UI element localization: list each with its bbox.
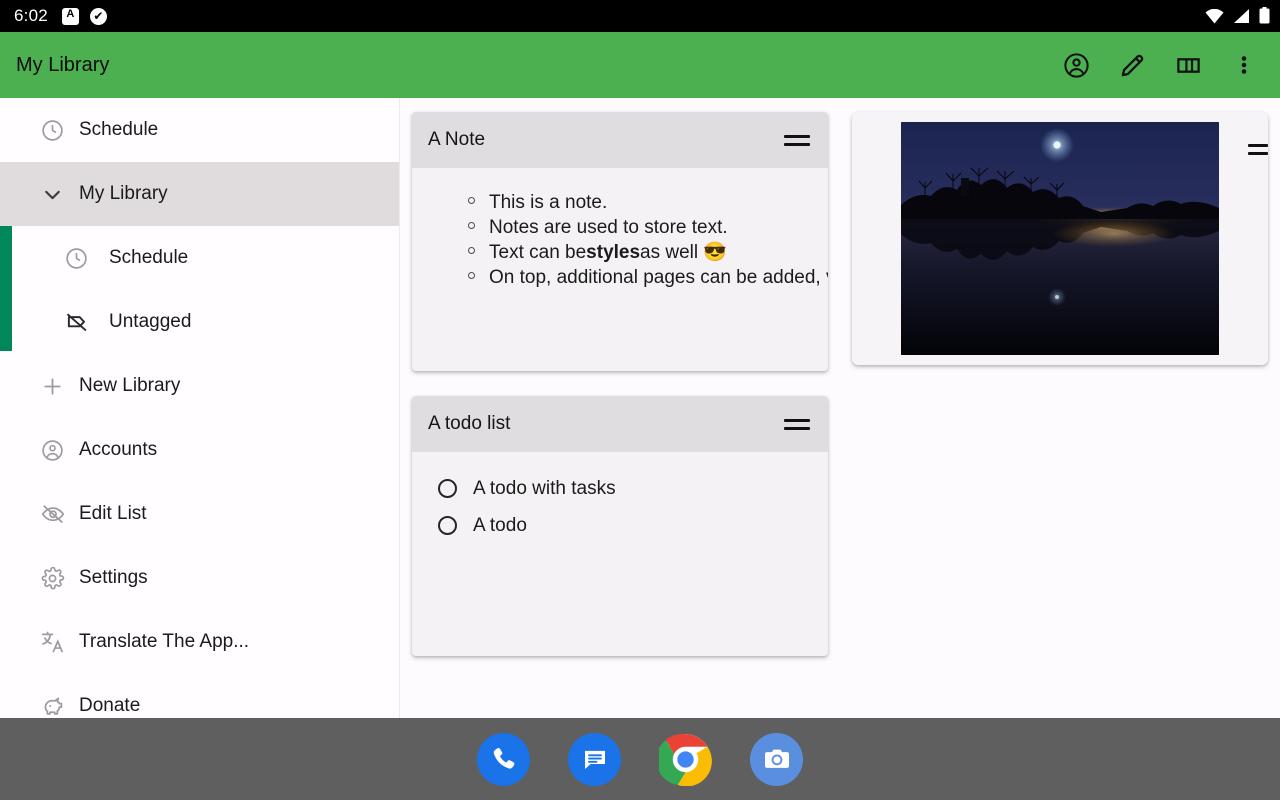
note-line: Notes are used to store text. (412, 215, 828, 240)
sidebar-item-donate[interactable]: Donate (0, 674, 399, 718)
account-icon (1063, 52, 1089, 78)
bullet-icon (468, 272, 475, 279)
note-line-bold: styles (586, 242, 641, 263)
note-line-text: On top, additional pages can be added, v (489, 267, 828, 288)
sidebar-item-settings[interactable]: Settings (0, 546, 399, 610)
sidebar-item-label: Edit List (79, 503, 147, 524)
plus-icon (40, 374, 70, 399)
todo-item[interactable]: A todo with tasks (412, 470, 828, 507)
note-line: This is a note. (412, 190, 828, 215)
battery-icon (1259, 7, 1270, 24)
photo-thumbnail[interactable] (901, 122, 1219, 355)
gear-icon (40, 566, 70, 591)
sidebar-item-my-library[interactable]: My Library (0, 162, 399, 226)
sidebar-item-label: Donate (79, 695, 141, 716)
label-off-icon (64, 309, 94, 335)
todo-card[interactable]: A todo list A todo with tasks A todo (412, 396, 828, 656)
piggy-bank-icon (40, 693, 70, 718)
todo-card-body: A todo with tasks A todo (412, 452, 828, 656)
todo-card-title: A todo list (428, 413, 511, 434)
columns-view-button[interactable] (1160, 37, 1216, 93)
page-title: My Library (16, 53, 110, 76)
edit-pencil-icon (1121, 54, 1143, 76)
note-card-header: A Note (412, 112, 828, 168)
todo-checkbox[interactable] (438, 479, 457, 498)
cards-column-right (852, 112, 1268, 365)
todo-checkbox[interactable] (438, 516, 457, 535)
sidebar-item-untagged[interactable]: Untagged (0, 290, 399, 354)
clock-icon (40, 118, 70, 143)
overflow-menu-icon (1241, 56, 1247, 74)
note-line-text: This is a note. (489, 192, 608, 213)
camera-app-icon (764, 749, 789, 768)
todo-item[interactable]: A todo (412, 507, 828, 544)
status-notification-icons: A ✔ (61, 7, 107, 25)
bullet-icon (468, 197, 475, 204)
status-clock: 6:02 (14, 6, 48, 25)
sidebar-item-label: Schedule (109, 247, 189, 268)
account-button[interactable] (1048, 37, 1104, 93)
screen: 6:02 A ✔ My Library Schedule My Library … (0, 0, 1280, 800)
check-circle-icon: ✔ (89, 7, 107, 25)
lake-at-dusk-image (901, 122, 1219, 355)
todo-card-header: A todo list (412, 396, 828, 452)
todo-item-label: A todo (473, 514, 527, 536)
sidebar-item-accounts[interactable]: Accounts (0, 418, 399, 482)
sidebar-item-label: Schedule (79, 119, 159, 140)
app-bar-actions (1048, 37, 1272, 93)
phone-app-button[interactable] (477, 732, 530, 786)
bullet-icon (468, 247, 475, 254)
note-card-title: A Note (428, 129, 486, 150)
translate-icon (40, 629, 70, 655)
sidebar-item-translate-the-app[interactable]: Translate The App... (0, 610, 399, 674)
note-line-text: Notes are used to store text. (489, 217, 728, 238)
sidebar-item-label: Untagged (109, 311, 192, 332)
sidebar-item-label: Accounts (79, 439, 158, 460)
messages-app-icon (584, 750, 605, 769)
status-bar: 6:02 A ✔ (0, 0, 1280, 32)
sidebar-item-schedule-top[interactable]: Schedule (0, 98, 399, 162)
camera-app-button[interactable] (750, 732, 803, 786)
note-line-text-post: as well 😎 (640, 242, 728, 263)
android-dock (0, 718, 1280, 800)
overflow-menu-button[interactable] (1216, 37, 1272, 93)
columns-view-icon (1176, 57, 1200, 73)
clock-icon (64, 246, 94, 271)
note-line: On top, additional pages can be added, v (412, 265, 828, 290)
drag-handle-icon[interactable] (784, 418, 810, 430)
cell-signal-icon (1234, 9, 1249, 23)
drag-handle-icon[interactable] (1248, 144, 1268, 155)
wifi-icon (1205, 9, 1224, 24)
cards-column-left: A Note This is a note. Notes are used to… (412, 112, 828, 656)
sidebar-item-edit-list[interactable]: Edit List (0, 482, 399, 546)
todo-item-label: A todo with tasks (473, 477, 616, 499)
status-system-icons (1205, 7, 1270, 25)
sidebar-item-label: My Library (79, 183, 168, 204)
edit-button[interactable] (1104, 37, 1160, 93)
account-icon (40, 438, 70, 463)
sidebar-item-label: Settings (79, 567, 148, 588)
phone-app-icon (493, 748, 514, 769)
sidebar-item-label: New Library (79, 375, 181, 396)
content-area: Schedule My Library Schedule Untagged Ne… (0, 98, 1280, 785)
sidebar-item-new-library[interactable]: New Library (0, 354, 399, 418)
chevron-down-icon (40, 182, 70, 207)
bullet-icon (468, 222, 475, 229)
sidebar-item-schedule[interactable]: Schedule (0, 226, 399, 290)
note-card-body: This is a note. Notes are used to store … (412, 168, 828, 371)
drag-handle-icon[interactable] (784, 134, 810, 146)
image-card[interactable] (852, 112, 1268, 365)
sidebar: Schedule My Library Schedule Untagged Ne… (0, 98, 400, 718)
app-bar: My Library (0, 32, 1280, 98)
eye-off-icon (40, 501, 70, 527)
note-card[interactable]: A Note This is a note. Notes are used to… (412, 112, 828, 371)
messages-app-button[interactable] (568, 732, 621, 786)
chrome-app-icon (659, 733, 712, 786)
note-line-text: Text can be (489, 242, 587, 263)
chrome-app-button[interactable] (659, 733, 712, 786)
authenticator-icon: A (61, 7, 79, 25)
note-line: Text can be styles as well 😎 (412, 240, 828, 265)
sidebar-item-label: Translate The App... (79, 631, 250, 652)
